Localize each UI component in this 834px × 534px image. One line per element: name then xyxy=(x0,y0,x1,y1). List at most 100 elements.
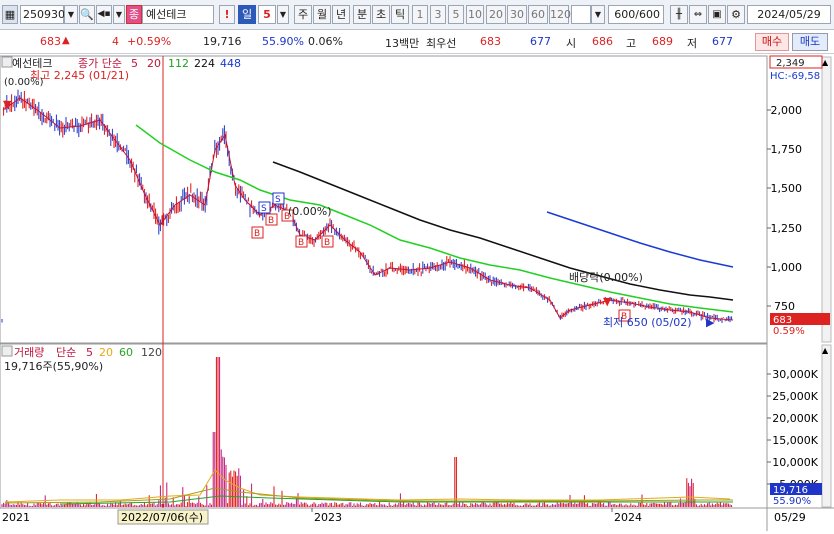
price-change: 4 xyxy=(112,35,119,48)
buy-signal-icon: B xyxy=(324,238,330,248)
ma5-legend: 5 xyxy=(131,57,138,70)
price-tick-label: 1,250 xyxy=(771,222,803,235)
x-axis: 2021 2023 2024 05/29 2022/07/06(수) xyxy=(2,508,806,525)
low-label: 저 xyxy=(687,37,698,50)
interval-30-button[interactable]: 30 xyxy=(507,5,527,24)
interval-60-button[interactable]: 60 xyxy=(528,5,548,24)
pct-note: (0.00%) xyxy=(288,205,332,218)
volume-tick-label: 20,000K xyxy=(772,412,818,425)
volume-tick-label: 25,000K xyxy=(772,390,818,403)
open-price: 686 xyxy=(592,35,613,48)
options-dropdown-icon[interactable]: ▼ xyxy=(113,5,125,24)
chart-area[interactable]: 2,000 1,750 1,500 1,250 1,000 750 30,000… xyxy=(0,55,834,531)
stock-type-badge: 종 xyxy=(126,5,142,24)
pct-note: (0.00%) xyxy=(4,77,44,88)
stock-chart[interactable]: 2,000 1,750 1,500 1,250 1,000 750 30,000… xyxy=(0,55,834,531)
low-price: 677 xyxy=(712,35,733,48)
buy-signal-icon: B xyxy=(298,238,304,248)
ma112-legend: 112 xyxy=(168,57,189,70)
high-label: 고 xyxy=(626,37,637,50)
scale-icon[interactable]: ⇔ xyxy=(689,5,707,24)
custom-interval-input[interactable] xyxy=(571,5,591,24)
volume-tick-label: 15,000K xyxy=(772,434,818,447)
quote-bar: 683 ▲ 4 +0.59% 19,716 55.90% 0.06% 13백만 … xyxy=(0,30,834,54)
ma20-legend: 20 xyxy=(147,57,161,70)
volume-ratio: 55.90% xyxy=(262,35,304,48)
interval-5-button[interactable]: 5 xyxy=(448,5,464,24)
interval-3-button[interactable]: 3 xyxy=(430,5,446,24)
candle-chart-icon[interactable]: ╫ xyxy=(670,5,688,24)
period-day-button[interactable]: 일 xyxy=(238,5,256,24)
price-tick-label: 1,500 xyxy=(771,182,803,195)
price-tick-label: 2,000 xyxy=(771,104,803,117)
period-dropdown-icon[interactable]: ▼ xyxy=(277,5,289,24)
sell-button[interactable]: 매도 xyxy=(792,33,828,51)
search-icon[interactable]: 🔍 xyxy=(79,5,95,24)
interval-20-button[interactable]: 20 xyxy=(486,5,506,24)
current-price-axis: 683 xyxy=(773,315,792,326)
hc-label: HC:-69,58 xyxy=(770,71,820,82)
date-input[interactable]: 2024/05/29 xyxy=(747,5,831,24)
period-year-button[interactable]: 년 xyxy=(332,5,350,24)
buy-button[interactable]: 매수 xyxy=(755,33,789,51)
low-marker-icon: ▶ xyxy=(706,316,715,329)
high-note: 최고 2,245 (01/21) xyxy=(30,69,129,82)
alert-button[interactable]: ! xyxy=(219,5,235,24)
volume-axis: 30,000K 25,000K 20,000K 15,000K 10,000K … xyxy=(767,368,819,491)
scroll-up-icon[interactable]: ▲ xyxy=(822,346,829,355)
current-volume-pct: 55.90% xyxy=(773,496,811,507)
ask-price: 683 xyxy=(480,35,501,48)
interval-dropdown-icon[interactable]: ▼ xyxy=(591,5,605,24)
toolbar: ▦ 250930 ▼ 🔍 ◀▪ ▼ 종 예선테크 ! 일 5 ▼ 주 월 년 분… xyxy=(0,0,834,30)
vol-ma20-legend: 20 xyxy=(99,346,113,359)
high-price: 689 xyxy=(652,35,673,48)
top-price: 2,349 xyxy=(776,58,805,69)
period-week-button[interactable]: 주 xyxy=(294,5,312,24)
period-minute-button[interactable]: 분 xyxy=(353,5,371,24)
scroll-up-icon[interactable]: ▲ xyxy=(822,58,829,67)
grid-icon[interactable]: ▦ xyxy=(2,5,18,24)
period-month-button[interactable]: 월 xyxy=(313,5,331,24)
price-scrollbar[interactable] xyxy=(821,56,832,343)
volume-panel-title: 거래량 xyxy=(14,346,44,359)
current-volume-axis: 19,716 xyxy=(773,485,808,496)
data-count-input[interactable]: 600/600 xyxy=(608,5,664,24)
current-price: 683 xyxy=(40,35,61,48)
vol-ma120-legend: 120 xyxy=(141,346,162,359)
sell-signal-icon: S xyxy=(261,204,267,214)
period-tick-button[interactable]: 틱 xyxy=(391,5,409,24)
price-tick-label: 1,750 xyxy=(771,143,803,156)
buy-signal-icon: B xyxy=(268,216,274,226)
period-value-input[interactable]: 5 xyxy=(258,5,276,24)
bid-price: 677 xyxy=(530,35,551,48)
ma224-legend: 224 xyxy=(194,57,215,70)
settings-gear-icon[interactable]: ⚙ xyxy=(727,5,745,24)
stock-name-field[interactable]: 예선테크 xyxy=(142,5,214,24)
interval-10-button[interactable]: 10 xyxy=(466,5,484,24)
code-dropdown-icon[interactable]: ▼ xyxy=(64,5,78,24)
price-change-pct: +0.59% xyxy=(127,35,172,48)
interval-120-button[interactable]: 120 xyxy=(549,5,571,24)
buy-signal-icon: B xyxy=(254,229,260,239)
speaker-icon[interactable]: ◀▪ xyxy=(96,5,112,24)
interval-1-button[interactable]: 1 xyxy=(412,5,428,24)
panel-menu-icon[interactable] xyxy=(1,345,13,357)
x-tick-label: 2021 xyxy=(2,511,30,524)
volume-tick-label: 10,000K xyxy=(772,456,818,469)
volume: 19,716 xyxy=(203,35,242,48)
dividend-marker-icon: ▼ xyxy=(603,295,612,308)
up-arrow-icon: ▲ xyxy=(62,35,70,46)
volume-panel-frame xyxy=(0,343,768,509)
dividend-note: 배당락(0.00%) xyxy=(569,271,643,284)
volume-tick-label: 30,000K xyxy=(772,368,818,381)
save-icon[interactable]: ▣ xyxy=(708,5,726,24)
stock-code-input[interactable]: 250930 xyxy=(20,5,65,24)
turnover-rate: 0.06% xyxy=(308,35,343,48)
volume-scrollbar[interactable] xyxy=(821,344,832,508)
trade-amount: 13백만 xyxy=(385,37,420,50)
volume-ma-label: 단순 xyxy=(56,346,76,359)
price-tick-label: 750 xyxy=(774,300,795,313)
period-second-button[interactable]: 초 xyxy=(372,5,390,24)
panel-menu-icon[interactable] xyxy=(1,56,13,68)
cursor-date: 2022/07/06(수) xyxy=(121,511,203,524)
